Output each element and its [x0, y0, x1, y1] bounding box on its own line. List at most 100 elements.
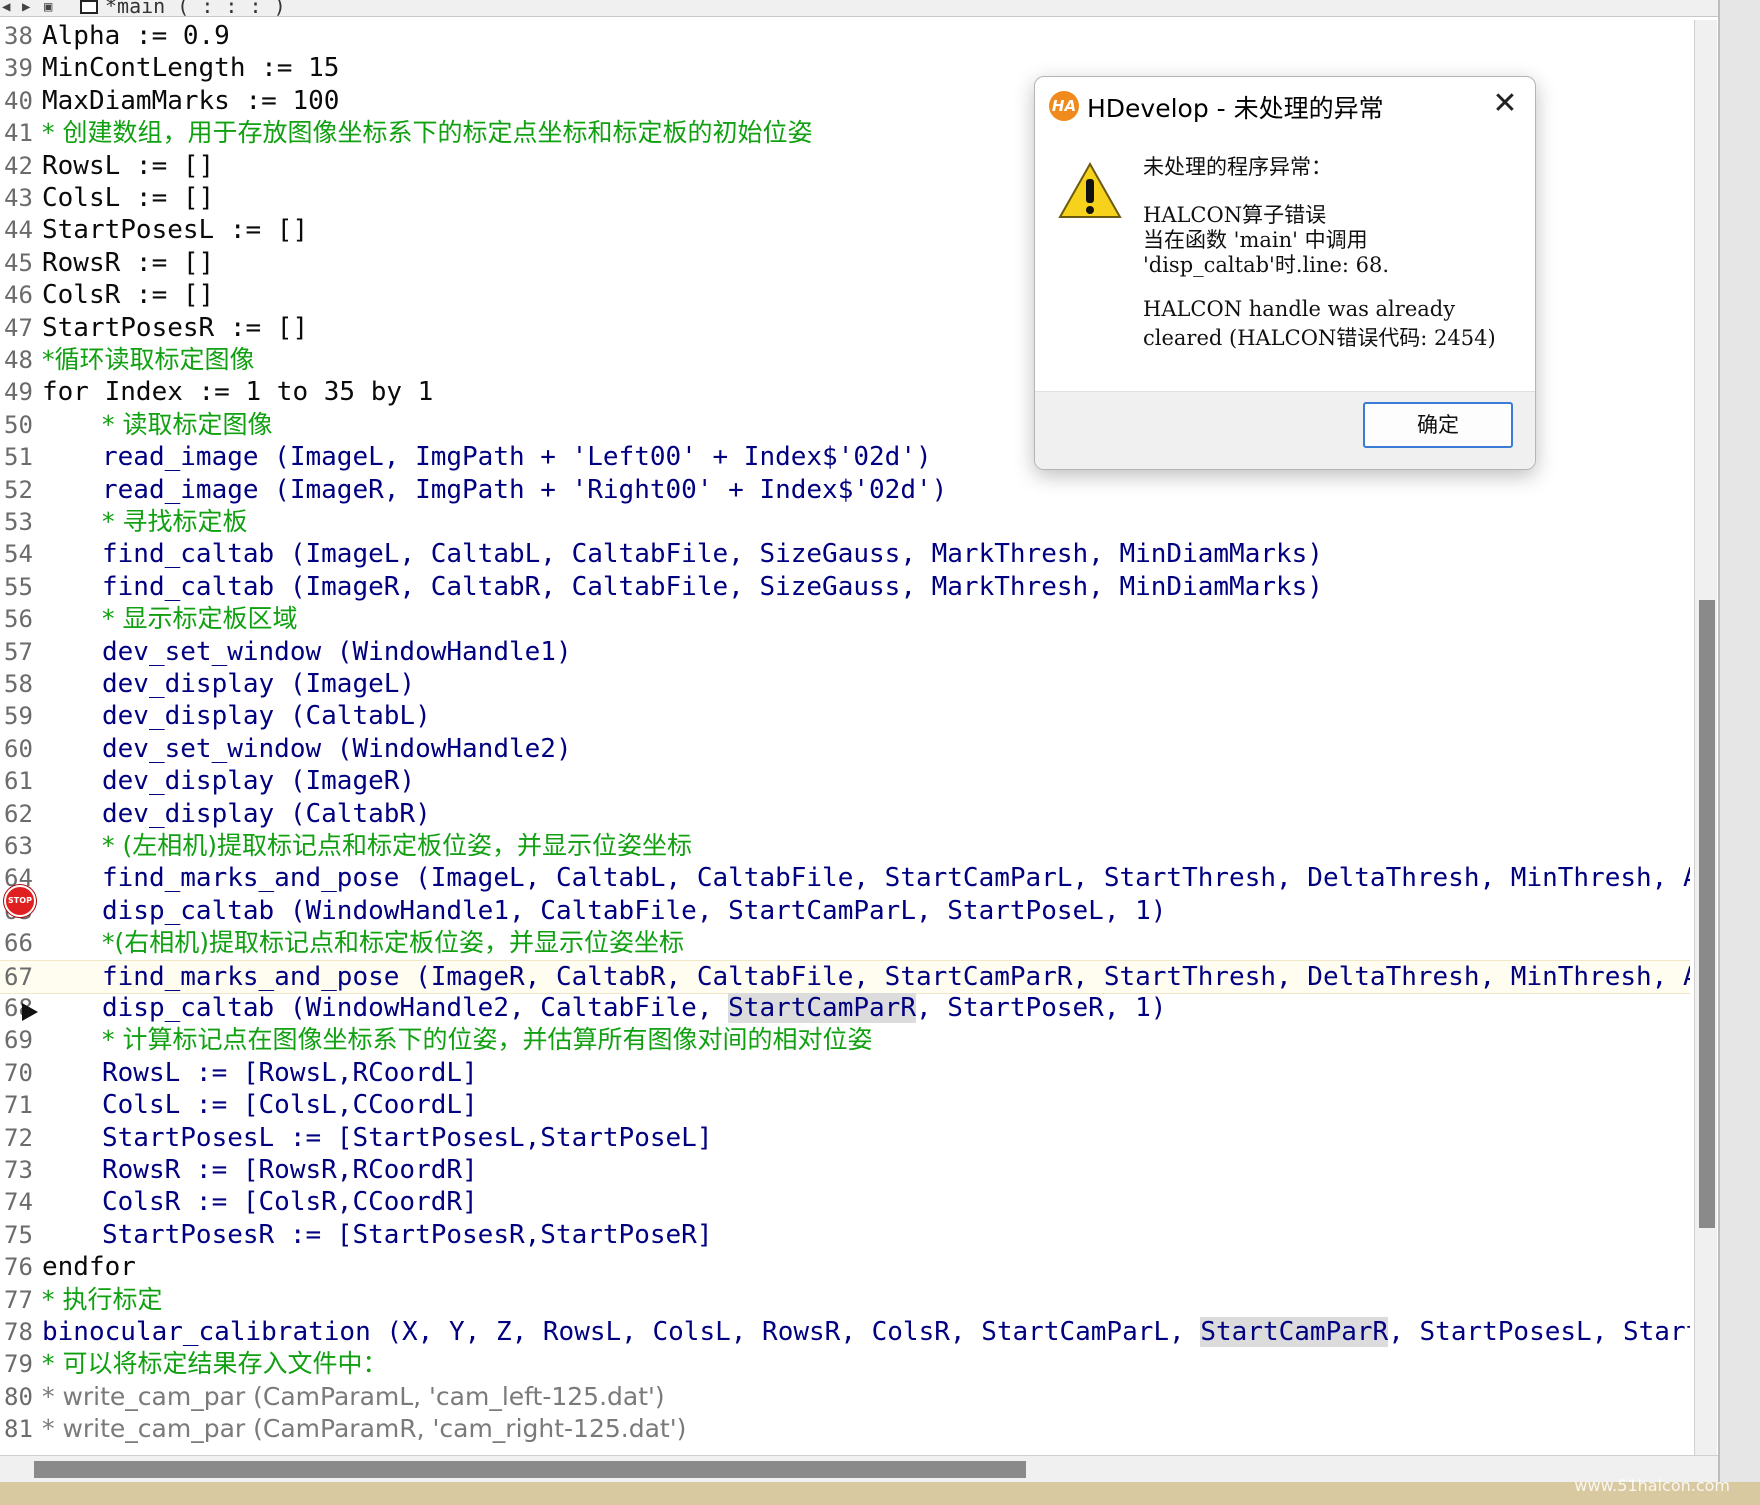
line-number[interactable]: 56: [4, 603, 40, 635]
code-text[interactable]: MinContLength := 15: [42, 52, 339, 84]
code-line[interactable]: 38 Alpha := 0.9: [0, 20, 1690, 52]
code-line[interactable]: 53 * 寻找标定板: [0, 506, 1690, 538]
code-line[interactable]: 73 RowsR := [RowsR,RCoordR]: [0, 1154, 1690, 1186]
line-number[interactable]: 55: [4, 571, 40, 603]
code-text[interactable]: dev_display (ImageR): [102, 765, 415, 797]
code-text[interactable]: * write_cam_par (CamParamL, 'cam_left-12…: [42, 1381, 665, 1413]
code-line[interactable]: 62 dev_display (CaltabR): [0, 798, 1690, 830]
code-text[interactable]: RowsL := []: [42, 150, 214, 182]
code-line[interactable]: 54 find_caltab (ImageL, CaltabL, CaltabFi…: [0, 538, 1690, 570]
vertical-scrollbar[interactable]: [1694, 20, 1717, 1455]
line-number[interactable]: 79: [4, 1348, 40, 1380]
code-line[interactable]: 69 * 计算标记点在图像坐标系下的位姿，并估算所有图像对间的相对位姿: [0, 1024, 1690, 1056]
line-number[interactable]: 60: [4, 733, 40, 765]
code-line[interactable]: 74 ColsR := [ColsR,CCoordR]: [0, 1186, 1690, 1218]
code-line[interactable]: 81 * write_cam_par (CamParamR, 'cam_right…: [0, 1413, 1690, 1445]
code-line[interactable]: 71 ColsL := [ColsL,CCoordL]: [0, 1089, 1690, 1121]
line-number[interactable]: 54: [4, 538, 40, 570]
line-number[interactable]: 80: [4, 1381, 40, 1413]
line-number[interactable]: 43: [4, 182, 40, 214]
line-number[interactable]: 67: [4, 961, 40, 993]
line-number[interactable]: 75: [4, 1219, 40, 1251]
code-text[interactable]: StartPosesL := []: [42, 214, 308, 246]
code-line[interactable]: 76 endfor: [0, 1251, 1690, 1283]
code-text[interactable]: read_image (ImageR, ImgPath + 'Right00' …: [102, 474, 947, 506]
code-text[interactable]: endfor: [42, 1251, 136, 1283]
line-number[interactable]: 51: [4, 441, 40, 473]
line-number[interactable]: 70: [4, 1057, 40, 1089]
code-text[interactable]: dev_set_window (WindowHandle2): [102, 733, 572, 765]
code-text[interactable]: Alpha := 0.9: [42, 20, 230, 52]
highlighted-variable[interactable]: StartCamParR: [1200, 1317, 1389, 1347]
code-line[interactable]: 64 find_marks_and_pose (ImageL, CaltabL, …: [0, 862, 1690, 894]
code-line[interactable]: 79 * 可以将标定结果存入文件中：: [0, 1348, 1690, 1380]
horizontal-scrollbar[interactable]: [0, 1455, 1718, 1482]
code-line[interactable]: 56 * 显示标定板区域: [0, 603, 1690, 635]
highlighted-variable[interactable]: StartCamParR: [728, 993, 916, 1023]
code-text[interactable]: read_image (ImageL, ImgPath + 'Left00' +…: [102, 441, 932, 473]
code-line[interactable]: 75 StartPosesR := [StartPosesR,StartPoseR…: [0, 1219, 1690, 1251]
back-icon[interactable]: ◀: [2, 0, 10, 14]
code-text[interactable]: * 计算标记点在图像坐标系下的位姿，并估算所有图像对间的相对位姿: [102, 1024, 872, 1056]
code-line[interactable]: 78 binocular_calibration (X, Y, Z, RowsL,…: [0, 1316, 1690, 1348]
line-number[interactable]: 74: [4, 1186, 40, 1218]
code-text[interactable]: StartPosesR := [StartPosesR,StartPoseR]: [102, 1219, 712, 1251]
code-text[interactable]: *循环读取标定图像: [42, 344, 255, 376]
line-number[interactable]: 46: [4, 279, 40, 311]
code-text[interactable]: * write_cam_par (CamParamR, 'cam_right-1…: [42, 1413, 686, 1445]
line-number[interactable]: 42: [4, 150, 40, 182]
code-line[interactable]: 58 dev_display (ImageL): [0, 668, 1690, 700]
code-line[interactable]: 55 find_caltab (ImageR, CaltabR, CaltabFi…: [0, 571, 1690, 603]
code-line[interactable]: 77 * 执行标定: [0, 1284, 1690, 1316]
code-text[interactable]: ColsR := [ColsR,CCoordR]: [102, 1186, 478, 1218]
code-line[interactable]: 57 dev_set_window (WindowHandle1): [0, 636, 1690, 668]
line-number[interactable]: 47: [4, 312, 40, 344]
code-text[interactable]: dev_set_window (WindowHandle1): [102, 636, 572, 668]
line-number[interactable]: 81: [4, 1413, 40, 1445]
close-icon[interactable]: ✕: [1489, 89, 1521, 121]
code-line[interactable]: 63 * (左相机)提取标记点和标定板位姿，并显示位姿坐标: [0, 830, 1690, 862]
line-number[interactable]: 50: [4, 409, 40, 441]
code-text[interactable]: StartPosesR := []: [42, 312, 308, 344]
code-text[interactable]: for Index := 1 to 35 by 1: [42, 376, 433, 408]
line-number[interactable]: 61: [4, 765, 40, 797]
code-text[interactable]: StartPosesL := [StartPosesL,StartPoseL]: [102, 1122, 712, 1154]
code-text[interactable]: ColsL := []: [42, 182, 214, 214]
code-text[interactable]: binocular_calibration (X, Y, Z, RowsL, C…: [42, 1316, 1690, 1348]
line-number[interactable]: 53: [4, 506, 40, 538]
line-number[interactable]: 58: [4, 668, 40, 700]
code-line[interactable]: 67 find_marks_and_pose (ImageR, CaltabR, …: [0, 959, 1690, 994]
line-number[interactable]: 38: [4, 20, 40, 52]
line-number[interactable]: 45: [4, 247, 40, 279]
line-number[interactable]: 57: [4, 636, 40, 668]
code-text[interactable]: ColsR := []: [42, 279, 214, 311]
code-text[interactable]: * (左相机)提取标记点和标定板位姿，并显示位姿坐标: [102, 830, 692, 862]
code-text[interactable]: * 可以将标定结果存入文件中：: [42, 1348, 387, 1380]
line-number[interactable]: 44: [4, 214, 40, 246]
code-line[interactable]: 65disp_caltab (WindowHandle1, CaltabFile…: [0, 895, 1690, 927]
line-number[interactable]: 62: [4, 798, 40, 830]
code-text[interactable]: disp_caltab (WindowHandle1, CaltabFile, …: [102, 895, 1166, 927]
code-line[interactable]: 70 RowsL := [RowsL,RCoordL]: [0, 1057, 1690, 1089]
code-line[interactable]: 72 StartPosesL := [StartPosesL,StartPoseL…: [0, 1122, 1690, 1154]
code-text[interactable]: * 读取标定图像: [102, 409, 272, 441]
line-number[interactable]: 40: [4, 85, 40, 117]
code-text[interactable]: * 寻找标定板: [102, 506, 247, 538]
line-number[interactable]: 59: [4, 700, 40, 732]
line-number[interactable]: 48: [4, 344, 40, 376]
code-text[interactable]: * 显示标定板区域: [102, 603, 297, 635]
line-number[interactable]: 71: [4, 1089, 40, 1121]
code-line[interactable]: 60 dev_set_window (WindowHandle2): [0, 733, 1690, 765]
code-text[interactable]: *(右相机)提取标记点和标定板位姿，并显示位姿坐标: [102, 927, 684, 959]
code-text[interactable]: disp_caltab (WindowHandle2, CaltabFile, …: [102, 992, 1166, 1024]
code-text[interactable]: find_marks_and_pose (ImageL, CaltabL, Ca…: [102, 862, 1690, 894]
code-text[interactable]: RowsR := [RowsR,RCoordR]: [102, 1154, 478, 1186]
code-text[interactable]: find_marks_and_pose (ImageR, CaltabR, Ca…: [102, 961, 1690, 993]
line-number[interactable]: 49: [4, 376, 40, 408]
code-text[interactable]: dev_display (CaltabR): [102, 798, 431, 830]
code-text[interactable]: find_caltab (ImageL, CaltabL, CaltabFile…: [102, 538, 1323, 570]
horizontal-scroll-thumb[interactable]: [34, 1461, 1026, 1478]
ok-button[interactable]: 确定: [1363, 402, 1513, 448]
save-icon[interactable]: ▣: [44, 0, 52, 14]
code-line[interactable]: 59 dev_display (CaltabL): [0, 700, 1690, 732]
